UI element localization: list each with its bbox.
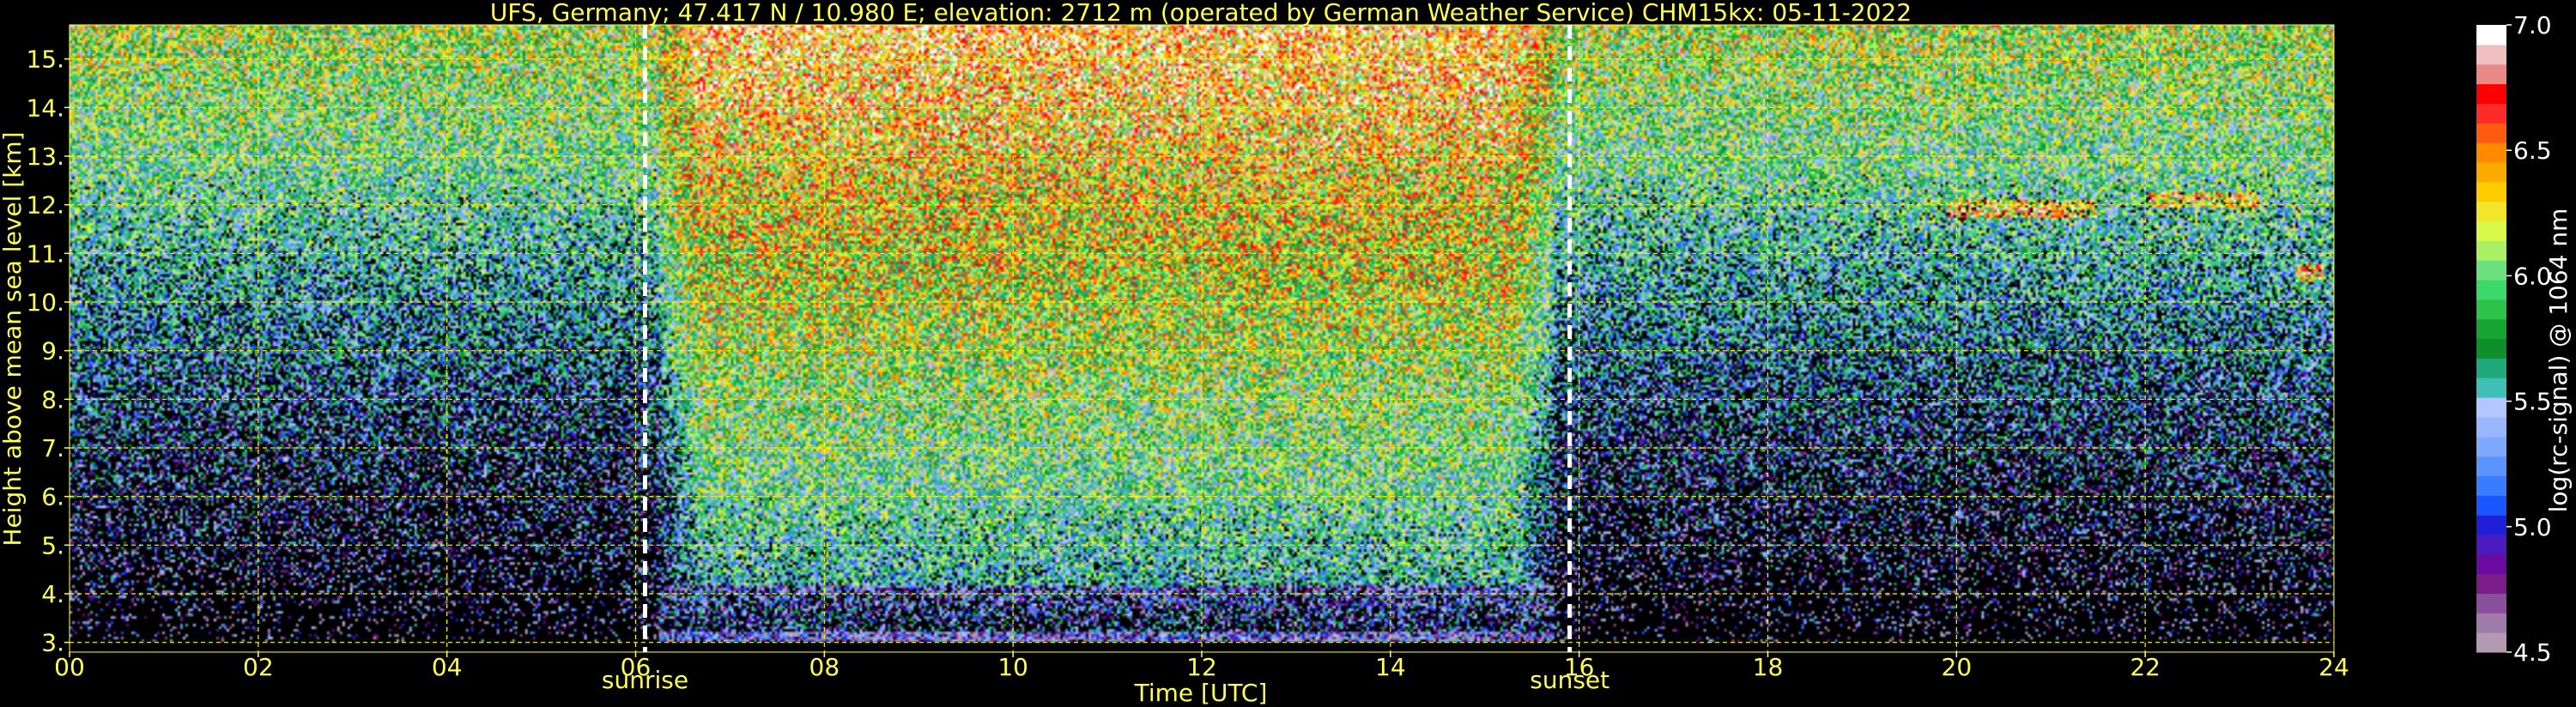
colorbar-swatch — [2476, 63, 2506, 85]
colorbar-swatch — [2476, 260, 2506, 281]
colorbar-swatch — [2476, 534, 2506, 555]
colorbar-swatch — [2476, 240, 2506, 261]
colorbar-swatch — [2476, 83, 2506, 104]
colorbar-swatch — [2476, 378, 2506, 398]
colorbar-swatch — [2476, 299, 2506, 320]
colorbar-swatch — [2476, 416, 2506, 438]
x-tick-label: 22 — [2130, 653, 2161, 681]
y-tick-label: 3. — [41, 629, 64, 657]
x-tick-label: 16 — [1564, 653, 1595, 681]
x-tick-label: 02 — [243, 653, 274, 681]
x-tick-label: 00 — [54, 653, 85, 681]
colorbar-label: log(rc-signal) @ 1064 nm — [2544, 208, 2573, 513]
colorbar-tick-label: 5.0 — [2513, 513, 2552, 541]
colorbar-swatch — [2476, 613, 2506, 633]
colorbar-swatch — [2476, 338, 2506, 359]
x-tick-label: 24 — [2318, 653, 2349, 681]
y-tick-label: 12. — [26, 191, 64, 220]
ceilometer-plot: sunrise sunset 00 02 04 06 08 10 12 14 16 18 20 22 24… — [0, 0, 2576, 707]
y-tick-label: 6. — [41, 483, 64, 511]
y-tick-label: 7. — [41, 434, 64, 462]
colorbar-swatch — [2476, 358, 2506, 378]
y-tick-label: 8. — [41, 385, 64, 414]
colorbar-swatch — [2476, 181, 2506, 202]
colorbar-swatch — [2476, 44, 2506, 65]
y-tick-label: 14. — [26, 94, 64, 122]
colorbar-swatch — [2476, 279, 2506, 300]
x-tick-label: 08 — [809, 653, 840, 681]
colorbar-swatch — [2476, 103, 2506, 124]
x-tick-label: 04 — [432, 653, 463, 681]
colorbar-swatch — [2476, 25, 2506, 45]
colorbar-swatch — [2476, 221, 2506, 241]
x-tick-label: 06 — [621, 653, 652, 681]
x-tick-label: 14 — [1375, 653, 1406, 681]
colorbar-swatch — [2476, 515, 2506, 535]
x-tick-label: 12 — [1186, 653, 1217, 681]
colorbar-swatch — [2476, 142, 2506, 163]
plot-area — [70, 25, 2334, 652]
x-tick-label: 10 — [997, 653, 1028, 681]
colorbar-swatch — [2476, 573, 2506, 595]
y-tick-label: 9. — [41, 337, 64, 366]
colorbar-swatch — [2476, 553, 2506, 575]
y-tick-label: 13. — [26, 142, 64, 171]
colorbar-swatch — [2476, 123, 2506, 143]
colorbar-swatch — [2476, 632, 2506, 653]
colorbar-swatch — [2476, 161, 2506, 183]
y-axis-label: Height above mean sea level [km] — [0, 131, 27, 546]
colorbar-swatch — [2476, 456, 2506, 477]
colorbar — [2476, 25, 2506, 653]
y-tick-label: 10. — [26, 288, 64, 317]
colorbar-swatch — [2476, 397, 2506, 418]
x-tick-label: 18 — [1753, 653, 1784, 681]
colorbar-swatch — [2476, 495, 2506, 516]
colorbar-swatch — [2476, 593, 2506, 613]
colorbar-tick-label: 4.5 — [2513, 638, 2552, 667]
colorbar-tick-label: 7.0 — [2513, 11, 2552, 39]
y-tick-label: 4. — [41, 580, 64, 608]
y-tick-label: 11. — [26, 239, 64, 268]
colorbar-swatch — [2476, 475, 2506, 496]
x-tick-label: 20 — [1942, 653, 1973, 681]
colorbar-tick-label: 6.5 — [2513, 136, 2552, 165]
x-axis-label: Time [UTC] — [1134, 679, 1268, 707]
y-tick-label: 15. — [26, 45, 64, 74]
colorbar-swatch — [2476, 201, 2506, 222]
colorbar-swatch — [2476, 436, 2506, 457]
colorbar-swatch — [2476, 318, 2506, 340]
chart-title: UFS, Germany; 47.417 N / 10.980 E; eleva… — [490, 0, 1912, 27]
y-tick-label: 5. — [41, 531, 64, 559]
